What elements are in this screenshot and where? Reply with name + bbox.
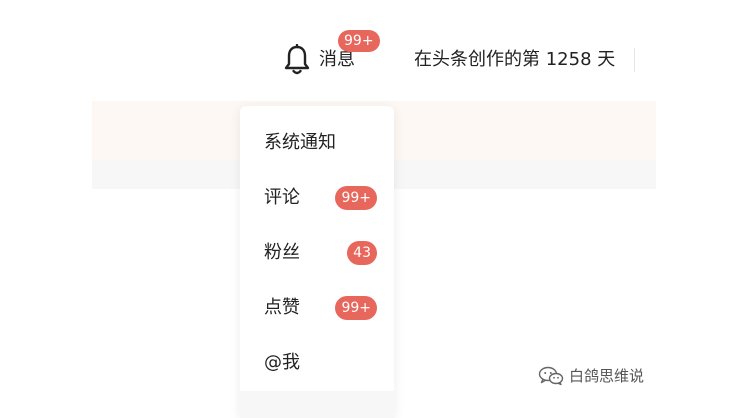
- watermark-text: 白鸽思维说: [569, 367, 645, 385]
- menu-item-comments[interactable]: 评论 99+: [240, 178, 394, 218]
- menu-item-mentions[interactable]: @我: [240, 343, 394, 383]
- page: 消息 99+ 在头条创作的第 1258 天 系统通知 评论 99+ 粉丝 43 …: [0, 0, 752, 418]
- likes-badge: 99+: [335, 296, 377, 320]
- notifications-dropdown: 系统通知 评论 99+ 粉丝 43 点赞 99+ @我: [240, 106, 394, 418]
- menu-item-label: 系统通知: [264, 132, 336, 153]
- comments-badge: 99+: [335, 186, 377, 210]
- menu-item-label: 点赞: [264, 297, 300, 318]
- wechat-icon: [538, 366, 564, 386]
- bell-icon: [284, 44, 310, 75]
- menu-item-system-notice[interactable]: 系统通知: [240, 123, 394, 163]
- menu-item-label: 粉丝: [264, 242, 300, 263]
- notifications-badge: 99+: [338, 30, 380, 52]
- menu-item-label: 评论: [264, 187, 300, 208]
- menu-item-likes[interactable]: 点赞 99+: [240, 288, 394, 328]
- menu-item-label: @我: [264, 352, 300, 373]
- menu-item-fans[interactable]: 粉丝 43: [240, 233, 394, 273]
- watermark: 白鸽思维说: [538, 364, 644, 388]
- creator-days-text: 在头条创作的第 1258 天: [414, 49, 616, 70]
- fans-badge: 43: [347, 241, 377, 265]
- header-divider: [634, 48, 635, 72]
- dropdown-footer: [240, 391, 394, 418]
- notifications-button[interactable]: 消息 99+: [283, 30, 380, 76]
